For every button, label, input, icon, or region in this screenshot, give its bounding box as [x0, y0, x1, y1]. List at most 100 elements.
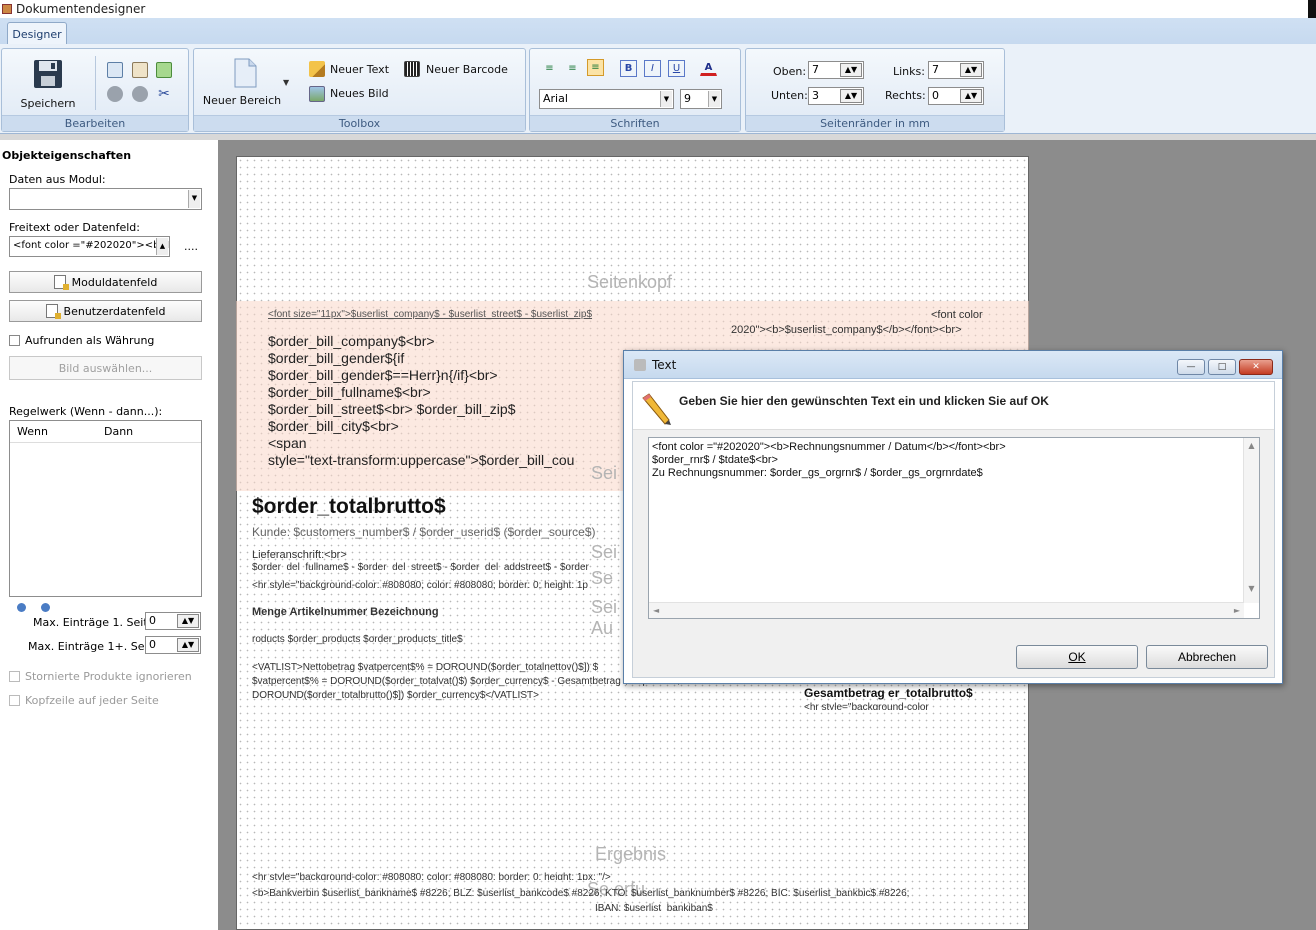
benutzerdatenfeld-button[interactable]: Benutzerdatenfeld	[9, 300, 202, 322]
close-icon[interactable]: ✕	[1239, 359, 1273, 375]
underline-icon[interactable]: U	[668, 60, 685, 77]
spinner-arrows-icon[interactable]: ▲▼	[960, 89, 982, 103]
format-painter-icon[interactable]	[156, 62, 172, 78]
section-seitenkopf: Seitenkopf	[587, 272, 673, 292]
checkbox-box[interactable]	[9, 335, 20, 346]
redo-icon[interactable]	[132, 86, 148, 102]
italic-icon[interactable]: I	[644, 60, 661, 77]
paste-icon[interactable]	[132, 62, 148, 78]
address-line[interactable]: $order_bill_street$<br> $order_bill_zip$	[268, 401, 516, 417]
address-line[interactable]: $order_bill_gender$==Herr}n{/if}<br>	[268, 367, 498, 383]
group-label-seitenraender: Seitenränder in mm	[746, 115, 1004, 131]
vat-line[interactable]: DOROUND($order_totalbrutto()$]) $order_c…	[252, 690, 539, 701]
font-size-select[interactable]: 9 ▼	[680, 89, 722, 109]
address-line[interactable]: <span	[268, 435, 307, 451]
footer-hr-field[interactable]: <hr style="background-color: #808080; co…	[252, 872, 611, 880]
kopfzeile-checkbox[interactable]: Kopfzeile auf jeder Seite	[9, 694, 159, 707]
align-right-icon[interactable]: ≡	[587, 59, 604, 76]
margin-left-input[interactable]: 7 ▲▼	[928, 61, 984, 79]
ok-button[interactable]: OK	[1016, 645, 1138, 669]
font-name-value: Arial	[543, 92, 568, 105]
spinner-arrows-icon[interactable]: ▲▼	[177, 638, 199, 652]
barcode-icon	[404, 61, 420, 77]
align-center-icon[interactable]: ≡	[564, 60, 581, 77]
freitext-input[interactable]: <font color ="#202020"><b>R ▲	[9, 236, 170, 257]
address-line[interactable]: $order_bill_gender${if	[268, 350, 404, 366]
spinner-arrows-icon[interactable]: ▲▼	[840, 63, 862, 77]
margin-top-input[interactable]: 7 ▲▼	[808, 61, 864, 79]
dialog-app-icon	[634, 358, 646, 371]
freitext-value: <font color ="#202020"><b>R	[13, 240, 170, 251]
daten-select[interactable]: ▼	[9, 188, 202, 210]
vertical-scrollbar[interactable]: ▲ ▼	[1243, 438, 1259, 603]
remove-rule-icon[interactable]	[41, 603, 50, 612]
footer-iban-field[interactable]: IBAN: $userlist_bankiban$	[595, 903, 713, 911]
margin-right-input[interactable]: 0 ▲▼	[928, 87, 984, 105]
max1-label: Max. Einträge 1. Seite	[33, 616, 155, 629]
undo-icon[interactable]	[107, 86, 123, 102]
document-icon	[53, 275, 69, 290]
dialog-textarea[interactable]: <font color ="#202020"><b>Rechnungsnumme…	[648, 437, 1260, 619]
stornierte-checkbox[interactable]: Stornierte Produkte ignorieren	[9, 670, 192, 683]
chevron-up-icon[interactable]: ▲	[156, 238, 168, 255]
new-text-button[interactable]: Neuer Text	[330, 63, 389, 76]
hr-field[interactable]: <hr style="background-color: #808080; co…	[252, 580, 588, 591]
spinner-arrows-icon[interactable]: ▲▼	[840, 89, 862, 103]
spinner-arrows-icon[interactable]: ▲▼	[177, 614, 199, 628]
hr-small-field[interactable]: <hr style="background-color	[804, 702, 929, 710]
benutzerdatenfeld-label: Benutzerdatenfeld	[63, 304, 166, 318]
address-line[interactable]: $order_bill_city$<br>	[268, 418, 399, 434]
new-area-button[interactable]: Neuer Bereich	[200, 58, 290, 114]
font-color-icon[interactable]: A	[700, 59, 717, 76]
cut-icon[interactable]: ✂	[156, 86, 172, 102]
bold-icon[interactable]: B	[620, 60, 637, 77]
checkbox-box[interactable]	[9, 671, 20, 682]
cancel-button[interactable]: Abbrechen	[1146, 645, 1268, 669]
add-rule-icon[interactable]	[17, 603, 26, 612]
margin-bottom-input[interactable]: 3 ▲▼	[808, 87, 864, 105]
lieferanschrift-field[interactable]: Lieferanschrift:<br>	[252, 549, 347, 561]
horizontal-scrollbar[interactable]: ◄ ►	[649, 602, 1244, 618]
section-ergebnis: Ergebnis	[595, 844, 667, 864]
order-del-field[interactable]: $order_del_fullname$ - $order_del_street…	[252, 562, 589, 571]
products-field[interactable]: roducts $order_products $order_products_…	[252, 634, 463, 645]
col-wenn[interactable]: Wenn	[10, 425, 100, 438]
max1-input[interactable]: 0 ▲▼	[145, 612, 201, 630]
tab-designer[interactable]: Designer	[7, 22, 67, 45]
font-color-field-2[interactable]: 2020"><b>$userlist_company$</b></font><b…	[731, 324, 962, 336]
maxn-input[interactable]: 0 ▲▼	[145, 636, 201, 654]
header-line-field[interactable]: <font size="11px">$userlist_company$ - $…	[268, 309, 592, 320]
copy-icon[interactable]	[107, 62, 123, 78]
group-label-toolbox: Toolbox	[194, 115, 525, 131]
footer-bank-field[interactable]: <b>Bankverbin $userlist_bankname$ #8226;…	[252, 888, 909, 899]
address-line[interactable]: $order_bill_company$<br>	[268, 333, 435, 349]
align-left-icon[interactable]: ≡	[541, 60, 558, 77]
new-image-button[interactable]: Neues Bild	[330, 87, 389, 100]
ribbon-tabstrip	[0, 18, 1316, 45]
ellipsis-button[interactable]: ....	[184, 240, 198, 253]
dialog-prompt: Geben Sie hier den gewünschten Text ein …	[679, 394, 1049, 408]
gesamtbetrag-field[interactable]: Gesamtbetrag er_totalbrutto$	[804, 686, 973, 700]
address-line[interactable]: $order_bill_fullname$<br>	[268, 384, 431, 400]
kunde-field[interactable]: Kunde: $customers_number$ / $order_useri…	[252, 525, 596, 539]
regelwerk-list[interactable]: Wenn Dann	[9, 420, 202, 597]
vat-line[interactable]: <VATLIST>Nettobetrag $vatpercent$% = DOR…	[252, 662, 598, 673]
moduldatenfeld-label: Moduldatenfeld	[71, 275, 158, 289]
kopfzeile-label: Kopfzeile auf jeder Seite	[25, 694, 159, 707]
minimize-icon[interactable]: —	[1177, 359, 1205, 375]
table-header-field[interactable]: Menge Artikelnummer Bezeichnung	[252, 606, 439, 618]
maximize-icon[interactable]: □	[1208, 359, 1236, 375]
total-brutto-field[interactable]: $order_totalbrutto$	[252, 495, 446, 519]
aufrunden-checkbox[interactable]: Aufrunden als Währung	[9, 334, 154, 347]
bild-auswaehlen-button[interactable]: Bild auswählen...	[9, 356, 202, 380]
dropdown-arrow-icon[interactable]: ▼	[283, 78, 289, 87]
font-name-select[interactable]: Arial ▼	[539, 89, 674, 109]
checkbox-box[interactable]	[9, 695, 20, 706]
font-color-field-1[interactable]: <font color	[931, 309, 983, 321]
moduldatenfeld-button[interactable]: Moduldatenfeld	[9, 271, 202, 293]
col-dann[interactable]: Dann	[100, 425, 133, 438]
spinner-arrows-icon[interactable]: ▲▼	[960, 63, 982, 77]
new-barcode-button[interactable]: Neuer Barcode	[426, 63, 508, 76]
address-line[interactable]: style="text-transform:uppercase">$order_…	[268, 452, 574, 468]
save-button[interactable]: Speichern	[14, 58, 82, 114]
